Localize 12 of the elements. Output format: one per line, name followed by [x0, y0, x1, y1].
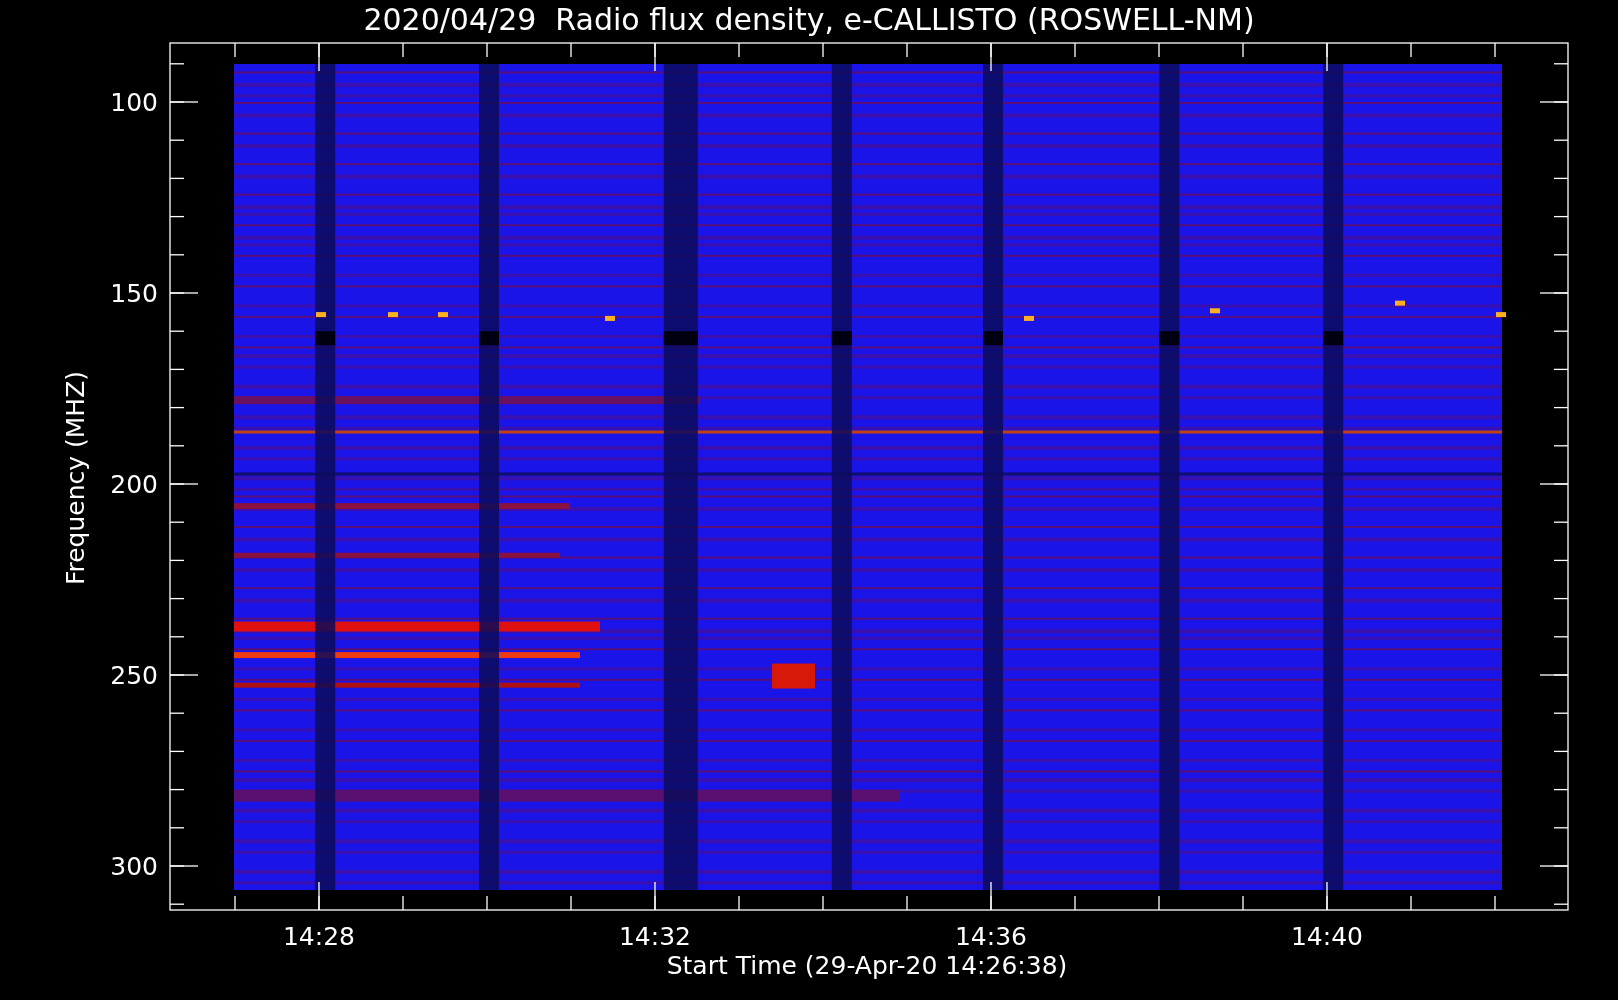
x-tick-label: 14:40 — [1291, 922, 1363, 951]
y-tick-label: 300 — [110, 852, 158, 881]
y-tick-label: 250 — [110, 661, 158, 690]
x-axis-label: Start Time (29-Apr-20 14:26:38) — [666, 951, 1068, 980]
x-tick-label: 14:36 — [955, 922, 1027, 951]
plot-title: 2020/04/29 Radio flux density, e-CALLISTO (ROSWELL-NM) — [363, 2, 1255, 37]
y-tick-label: 100 — [110, 88, 158, 117]
y-tick-label: 150 — [110, 279, 158, 308]
y-axis-label: Frequency (MHZ) — [61, 370, 90, 586]
y-tick-label: 200 — [110, 470, 158, 499]
x-tick-label: 14:32 — [619, 922, 691, 951]
x-tick-label: 14:28 — [283, 922, 355, 951]
